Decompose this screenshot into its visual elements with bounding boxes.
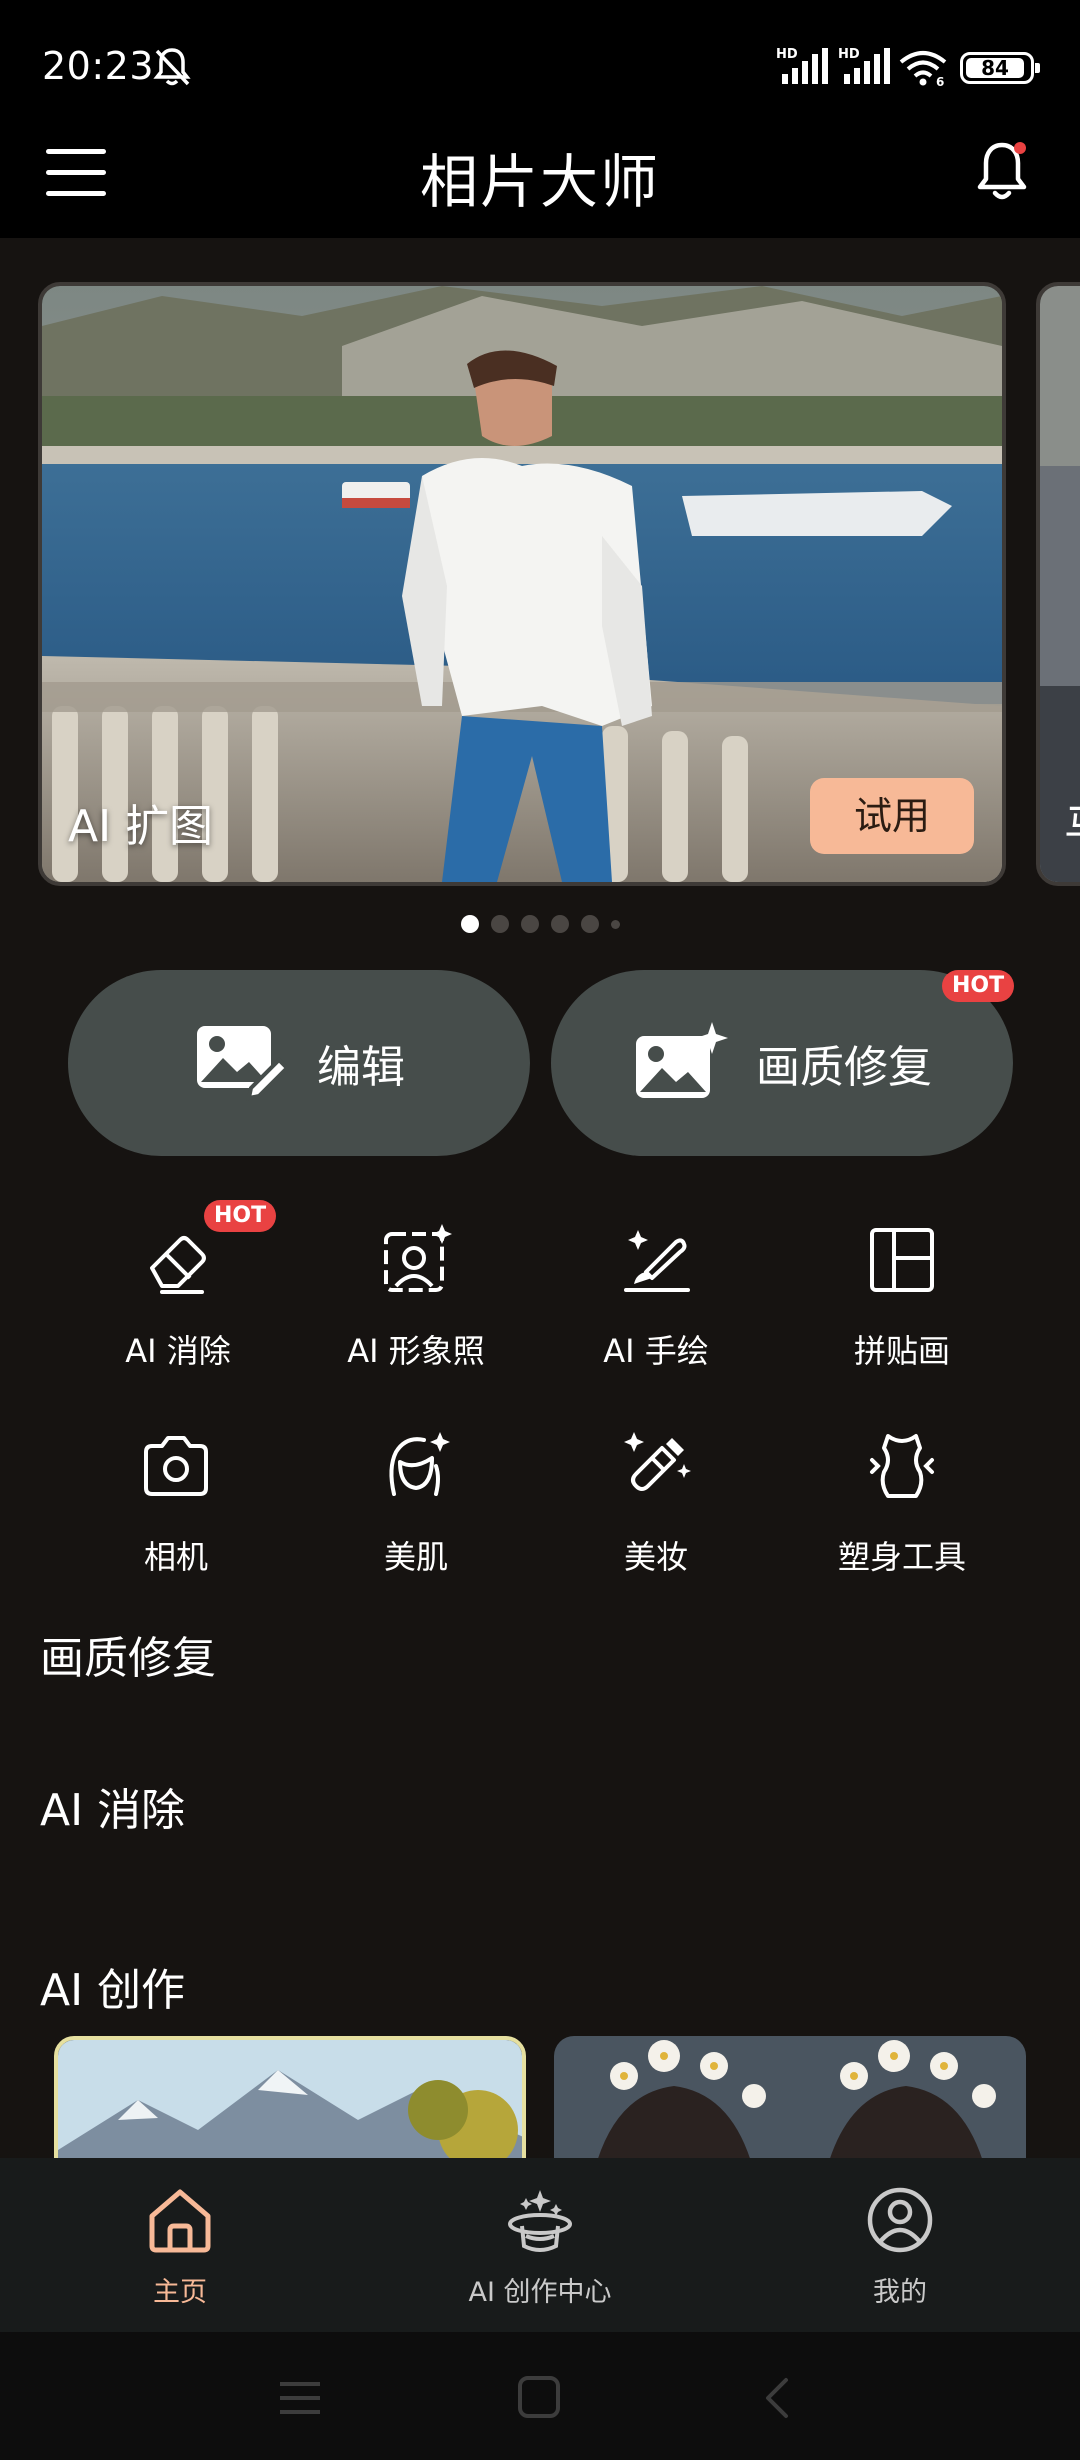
brush-icon [624, 1230, 690, 1292]
edit-button-label: 编辑 [317, 1042, 405, 1093]
svg-text:HD: HD [776, 47, 798, 62]
collage-icon [870, 1228, 934, 1292]
home-icon [149, 2189, 211, 2253]
nav-mine[interactable]: 我的 [780, 2184, 1020, 2309]
tool-label: AI 手绘 [603, 1332, 709, 1370]
banner-next-label: 马 [1064, 790, 1080, 854]
tool-skin[interactable]: 美肌 [296, 1428, 536, 1608]
status-time: 20:23 [42, 44, 155, 88]
tool-ai-erase[interactable]: AI 消除 [58, 1222, 298, 1402]
wifi-icon: 6 [899, 51, 947, 88]
eraser-icon [150, 1236, 206, 1294]
restore-button[interactable]: 画质修复 [551, 970, 1013, 1156]
battery-level: 84 [966, 58, 1024, 78]
signal-icon-2: HD [838, 47, 890, 84]
carousel-dot [580, 915, 599, 933]
banner-label: AI 扩图 [68, 801, 214, 852]
restore-button-label: 画质修复 [756, 1042, 932, 1093]
nav-ai-center-label: AI 创作中心 [468, 2277, 612, 2308]
nav-mine-label: 我的 [873, 2277, 927, 2308]
camera-icon [144, 1436, 208, 1496]
carousel-dot [520, 915, 539, 933]
nav-home[interactable]: 主页 [60, 2184, 300, 2309]
tool-label: 美肌 [383, 1538, 448, 1576]
edit-button[interactable]: 编辑 [68, 970, 530, 1156]
notification-muted-icon [153, 48, 191, 86]
home-system-icon[interactable] [514, 2376, 564, 2420]
tool-label: 相机 [143, 1538, 208, 1576]
recents-icon[interactable] [276, 2376, 326, 2420]
magic-hat-icon [508, 2190, 572, 2252]
tool-label: AI 形象照 [347, 1332, 485, 1370]
banner-carousel: AI 扩图 试用 马 [0, 238, 1080, 958]
carousel-dot [550, 915, 569, 933]
hot-badge: HOT [204, 1200, 277, 1232]
face-sparkle-icon [389, 1432, 450, 1496]
bottom-nav: 主页 AI 创作中心 我的 [0, 2158, 1080, 2332]
page-title: 相片大师 [419, 148, 660, 216]
tool-ai-drawing[interactable]: AI 手绘 [536, 1222, 776, 1402]
restore-image-icon [636, 1022, 728, 1098]
tool-label: 拼贴画 [853, 1332, 950, 1370]
hot-badge: HOT [942, 970, 1015, 1002]
battery-indicator: 84 [960, 52, 1040, 84]
edit-image-icon [197, 1026, 289, 1101]
tool-camera[interactable]: 相机 [56, 1428, 296, 1608]
carousel-dot [610, 919, 620, 929]
carousel-indicator [0, 912, 1080, 936]
section-title-creation: AI 创作 [40, 1965, 186, 2016]
banner-card-ai-expand[interactable]: AI 扩图 试用 [38, 282, 1006, 886]
section-title-restore: 画质修复 [40, 1633, 216, 1684]
tool-label: 塑身工具 [837, 1538, 966, 1576]
tool-body-shape[interactable]: 塑身工具 [782, 1428, 1022, 1608]
tool-label: 美妆 [623, 1538, 688, 1576]
carousel-dot [490, 915, 509, 933]
tool-ai-portrait[interactable]: AI 形象照 [296, 1222, 536, 1402]
svg-text:6: 6 [936, 75, 944, 88]
app-header: 相片大师 [0, 125, 1080, 238]
carousel-dot-active [460, 915, 479, 933]
nav-ai-center[interactable]: AI 创作中心 [420, 2184, 660, 2309]
try-button[interactable]: 试用 [810, 778, 974, 854]
bell-icon[interactable] [972, 135, 1032, 205]
tool-label: AI 消除 [125, 1332, 231, 1370]
banner-card-next[interactable]: 马 [1036, 282, 1080, 886]
tool-collage[interactable]: 拼贴画 [782, 1222, 1022, 1402]
svg-text:HD: HD [838, 47, 860, 62]
signal-icon-1: HD [776, 47, 828, 84]
back-icon[interactable] [754, 2376, 804, 2420]
body-shape-icon [870, 1434, 934, 1498]
user-icon [867, 2187, 933, 2253]
nav-home-label: 主页 [153, 2277, 207, 2308]
section-title-erase: AI 消除 [40, 1785, 186, 1836]
portrait-icon [384, 1224, 452, 1292]
status-bar: 20:23 HD HD 6 84 [0, 0, 1080, 125]
system-nav-bar [0, 2332, 1080, 2460]
tool-makeup[interactable]: 美妆 [536, 1428, 776, 1608]
makeup-brush-icon [624, 1432, 691, 1491]
